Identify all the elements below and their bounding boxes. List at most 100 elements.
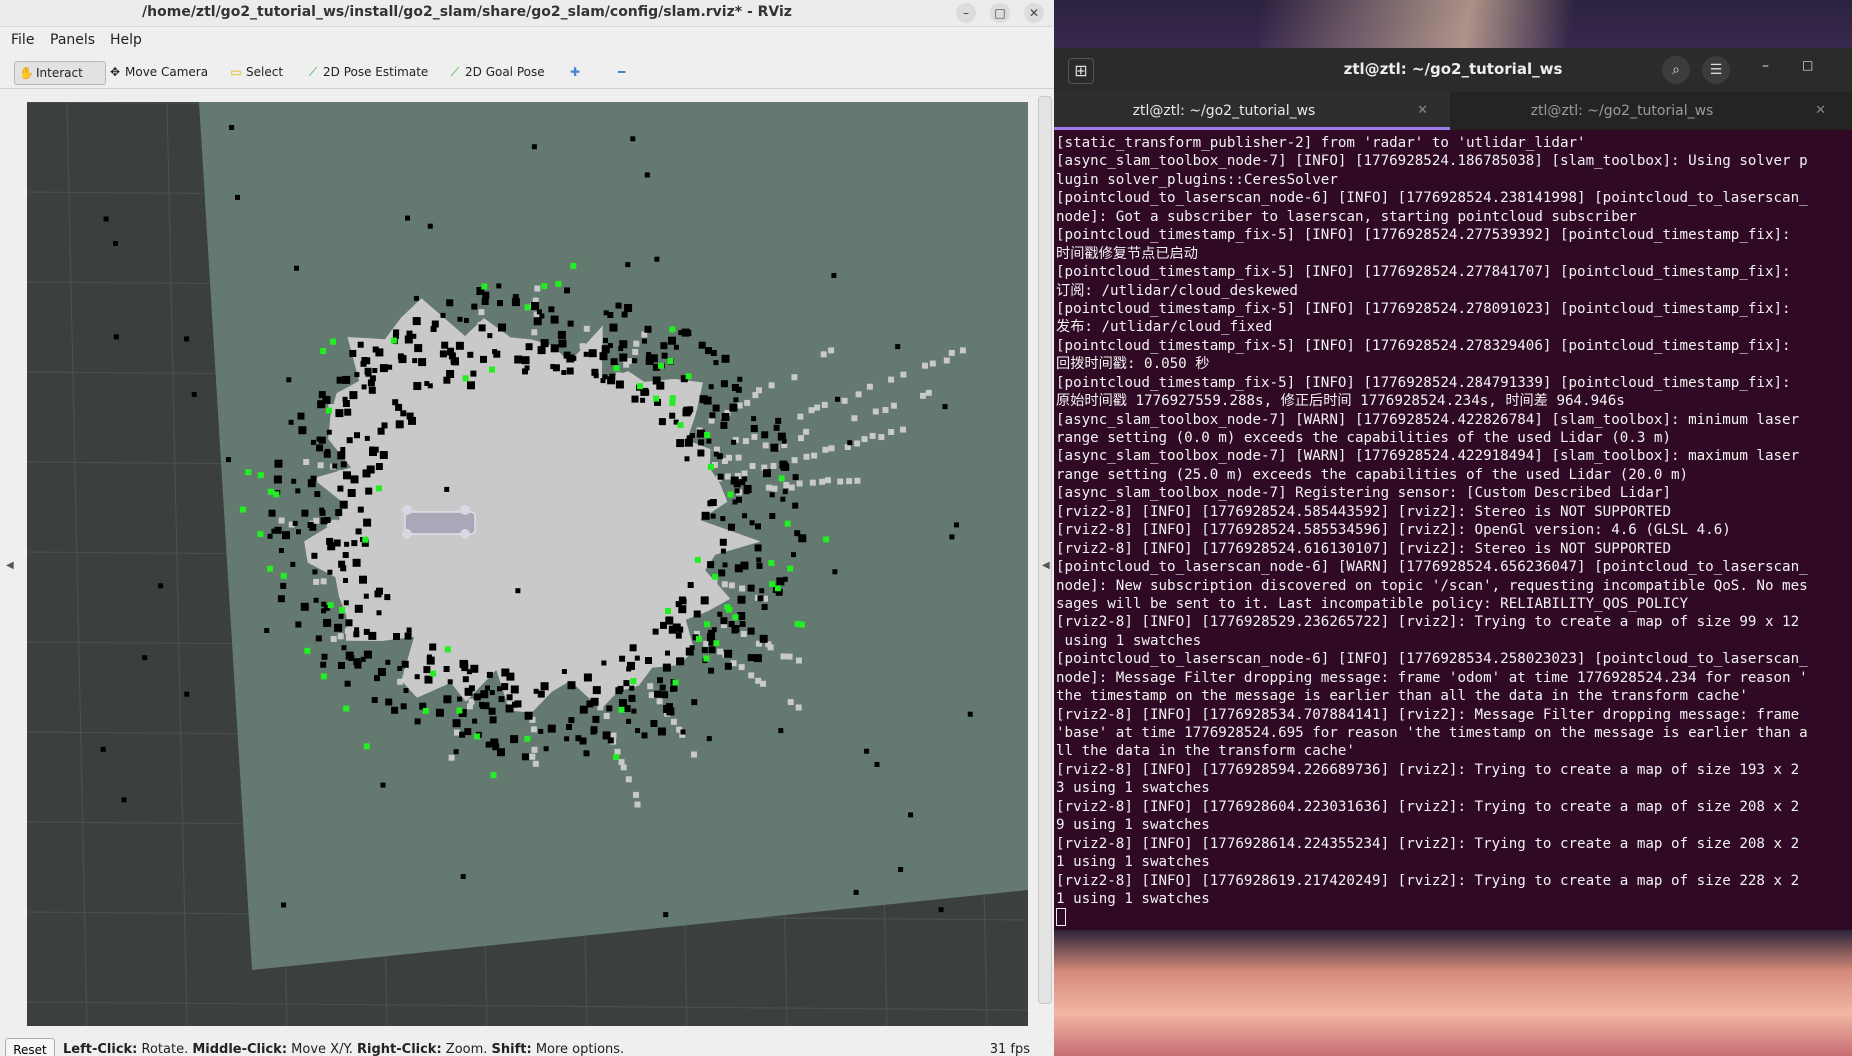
occupied-cell	[321, 608, 327, 614]
menu-help[interactable]: Help	[110, 32, 142, 48]
menu-file[interactable]: File	[11, 32, 34, 48]
occupied-cell	[298, 426, 307, 435]
interact-tool-button[interactable]: ✋ Interact	[14, 61, 106, 85]
occupied-cell	[352, 558, 361, 567]
terminal-maximize-button[interactable]: □	[1802, 58, 1813, 72]
terminal-minimize-button[interactable]: –	[1762, 58, 1769, 74]
occupied-cell	[720, 516, 726, 522]
collapse-left-icon[interactable]: ◀	[6, 560, 14, 571]
scan-point	[239, 506, 246, 513]
reset-button[interactable]: Reset	[5, 1038, 55, 1056]
occupied-cell	[268, 509, 276, 517]
free-cell	[583, 325, 590, 332]
menu-panels[interactable]: Panels	[50, 32, 95, 48]
occupied-cell	[782, 463, 790, 471]
occupied-cell	[498, 323, 506, 332]
hint-middle-text: Move X/Y.	[287, 1042, 358, 1056]
occupied-cell	[706, 438, 712, 444]
pose-estimate-tool-button[interactable]: ⟋ 2D Pose Estimate	[302, 61, 432, 83]
free-cell	[762, 442, 769, 449]
maximize-button[interactable]: □	[990, 3, 1010, 23]
occupied-cell	[290, 561, 296, 567]
select-tool-button[interactable]: ▭ Select	[225, 61, 287, 83]
occupied-cell	[548, 306, 555, 313]
free-cell	[506, 435, 513, 442]
scan-point	[362, 536, 369, 543]
close-tab-icon[interactable]: ✕	[1417, 92, 1428, 130]
free-cell	[656, 585, 663, 592]
occupied-cell	[601, 660, 607, 666]
search-button[interactable]: ⌕	[1662, 56, 1690, 84]
occupied-cell	[564, 287, 570, 294]
occupied-cell	[537, 690, 545, 698]
collapse-right-icon[interactable]: ◀	[1042, 560, 1050, 571]
occupied-cell	[550, 315, 559, 324]
free-cell	[925, 389, 932, 396]
free-cell	[530, 726, 537, 733]
free-cell	[337, 470, 344, 477]
terminal-tab-inactive[interactable]: ztl@ztl: ~/go2_tutorial_ws ✕	[1452, 92, 1848, 130]
free-cell	[675, 465, 682, 471]
occupied-cell	[657, 727, 666, 736]
terminal-line: [rviz2-8] [INFO] [1776928604.223031636] …	[1056, 798, 1800, 815]
free-cell	[854, 440, 861, 447]
occupied-cell	[455, 341, 464, 350]
hamburger-menu-button[interactable]: ☰	[1702, 56, 1730, 84]
occupied-cell	[343, 578, 348, 583]
free-cell	[529, 753, 536, 760]
occupied-cell	[697, 449, 705, 457]
scan-point	[422, 707, 429, 714]
scan-point	[524, 304, 531, 311]
free-cell	[615, 372, 622, 379]
occupied-cell	[631, 395, 639, 403]
free-cell	[693, 497, 700, 503]
occupied-cell	[368, 386, 376, 394]
remove-tool-button[interactable]: ━	[614, 61, 629, 83]
rviz-titlebar[interactable]: /home/ztl/go2_tutorial_ws/install/go2_sl…	[0, 0, 1054, 27]
occupied-cell	[354, 372, 360, 378]
occupied-cell	[780, 496, 786, 502]
occupied-cell	[742, 476, 748, 482]
add-tool-button[interactable]: ✚	[566, 61, 584, 83]
terminal-line: [rviz2-8] [INFO] [1776928524.585443592] …	[1056, 503, 1671, 520]
occupied-cell	[938, 907, 944, 913]
move-camera-tool-button[interactable]: ✥ Move Camera	[104, 61, 212, 83]
terminal-output[interactable]: [static_transform_publisher-2] from 'rad…	[1056, 134, 1852, 930]
occupied-cell	[703, 396, 712, 405]
goal-pose-tool-button[interactable]: ⟋ 2D Goal Pose	[444, 61, 549, 83]
free-cell	[644, 581, 651, 588]
free-cell	[556, 426, 563, 433]
free-cell	[756, 387, 762, 394]
free-cell	[783, 482, 790, 488]
occupied-cell	[652, 376, 661, 385]
minimize-button[interactable]: –	[956, 3, 976, 23]
tab-label: ztl@ztl: ~/go2_tutorial_ws	[1132, 103, 1316, 119]
occupied-cell	[645, 356, 654, 365]
occupied-cell	[281, 902, 287, 908]
close-button[interactable]: ✕	[1024, 3, 1044, 23]
occupied-cell	[446, 370, 455, 378]
scan-point	[685, 373, 692, 380]
free-cell	[495, 392, 501, 399]
goal-arrow-icon: ⟋	[450, 65, 460, 79]
occupied-cell	[427, 223, 433, 229]
close-tab-icon[interactable]: ✕	[1815, 92, 1826, 130]
occupied-cell	[778, 728, 784, 734]
terminal-headerbar[interactable]: ⊞ ztl@ztl: ~/go2_tutorial_ws ⌕ ☰ – □	[1054, 48, 1852, 92]
terminal-tab-active[interactable]: ztl@ztl: ~/go2_tutorial_ws ✕	[1054, 92, 1450, 130]
occupied-cell	[731, 439, 737, 445]
scan-point	[665, 608, 671, 614]
free-cell	[402, 485, 409, 492]
free-cell	[765, 484, 772, 491]
terminal-line: the timestamp on the message is earlier …	[1056, 688, 1748, 705]
free-cell	[422, 580, 429, 587]
free-cell	[822, 446, 829, 453]
free-cell	[603, 713, 610, 719]
free-cell	[451, 473, 458, 480]
occupied-cell	[832, 569, 838, 575]
occupied-cell	[722, 562, 728, 568]
occupied-cell	[355, 528, 362, 535]
3d-viewport[interactable]	[27, 102, 1028, 1026]
occupied-cell	[471, 303, 478, 310]
free-cell	[531, 342, 538, 349]
